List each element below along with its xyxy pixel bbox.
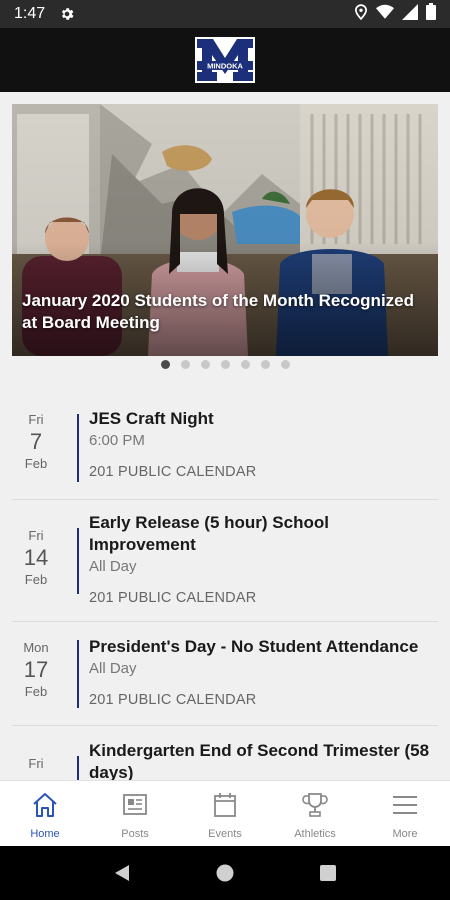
nav-events[interactable]: Events xyxy=(180,781,270,846)
event-info: President's Day - No Student Attendance … xyxy=(89,636,430,709)
posts-icon xyxy=(123,794,147,815)
event-title: JES Craft Night xyxy=(89,409,214,428)
event-info: Kindergarten End of Second Trimester (58… xyxy=(89,740,430,780)
carousel-dot[interactable] xyxy=(200,360,210,369)
event-weekday: Fri xyxy=(28,528,44,543)
event-calendar: 201 PUBLIC CALENDAR xyxy=(89,464,257,480)
nav-home-label: Home xyxy=(30,828,60,840)
nav-athletics-label: Athletics xyxy=(294,828,336,840)
carousel-dot[interactable] xyxy=(280,360,290,369)
carousel-caption[interactable]: January 2020 Students of the Month Recog… xyxy=(22,290,424,334)
event-day: 14 xyxy=(23,545,49,570)
event-calendar: 201 PUBLIC CALENDAR xyxy=(89,590,257,606)
settings-gear-icon xyxy=(59,6,75,22)
bottom-navigation: Home Posts Events Athletics More xyxy=(0,780,450,846)
event-weekday: Fri xyxy=(28,756,44,771)
event-item[interactable]: Fri 14 Feb Early Release (5 hour) School… xyxy=(12,500,438,622)
event-info: JES Craft Night 6:00 PM 201 PUBLIC CALEN… xyxy=(89,408,430,481)
event-month: Feb xyxy=(24,684,48,699)
system-navigation-bar xyxy=(0,846,450,900)
event-day: 17 xyxy=(23,657,49,682)
event-info: Early Release (5 hour) School Improvemen… xyxy=(89,512,430,607)
event-day: 7 xyxy=(29,429,43,454)
event-title: Early Release (5 hour) School Improvemen… xyxy=(89,513,329,554)
event-date: Fri 14 Feb xyxy=(12,528,60,588)
menu-icon xyxy=(393,796,417,814)
event-title: Kindergarten End of Second Trimester (58… xyxy=(89,741,430,780)
event-divider xyxy=(77,528,79,594)
main-content[interactable]: January 2020 Students of the Month Recog… xyxy=(0,92,450,780)
carousel-dot[interactable] xyxy=(160,360,170,369)
signal-icon xyxy=(402,3,418,25)
status-time: 1:47 xyxy=(14,5,46,22)
event-date: Fri xyxy=(12,756,60,772)
event-time: All Day xyxy=(89,660,137,677)
event-calendar: 201 PUBLIC CALENDAR xyxy=(89,692,257,708)
battery-icon xyxy=(426,3,436,25)
event-title: President's Day - No Student Attendance xyxy=(89,637,419,656)
event-date: Mon 17 Feb xyxy=(12,640,60,700)
event-divider xyxy=(77,640,79,708)
location-icon xyxy=(354,3,368,25)
nav-more[interactable]: More xyxy=(360,781,450,846)
back-icon[interactable] xyxy=(113,864,131,882)
event-weekday: Mon xyxy=(23,640,49,655)
recents-icon[interactable] xyxy=(319,864,337,882)
home-circle-icon[interactable] xyxy=(216,864,234,882)
event-time: All Day xyxy=(89,558,137,575)
home-icon xyxy=(33,793,57,817)
carousel-dot[interactable] xyxy=(240,360,250,369)
wifi-icon xyxy=(376,4,394,25)
event-month: Feb xyxy=(24,456,48,471)
nav-events-label: Events xyxy=(208,828,242,840)
event-time: 6:00 PM xyxy=(89,432,145,449)
carousel-dot[interactable] xyxy=(220,360,230,369)
calendar-icon xyxy=(214,793,236,817)
trophy-icon xyxy=(302,793,328,817)
event-date: Fri 7 Feb xyxy=(12,412,60,472)
app-header: MINDOKA xyxy=(0,28,450,92)
svg-text:MINDOKA: MINDOKA xyxy=(207,62,243,71)
nav-posts-label: Posts xyxy=(121,828,149,840)
event-divider xyxy=(77,414,79,482)
event-item[interactable]: Fri 7 Feb JES Craft Night 6:00 PM 201 PU… xyxy=(12,398,438,500)
news-carousel[interactable]: January 2020 Students of the Month Recog… xyxy=(12,104,438,356)
nav-more-label: More xyxy=(392,828,418,840)
carousel-pagination xyxy=(0,360,450,372)
school-logo[interactable]: MINDOKA xyxy=(194,36,256,84)
carousel-dot[interactable] xyxy=(180,360,190,369)
nav-posts[interactable]: Posts xyxy=(90,781,180,846)
event-item[interactable]: Mon 17 Feb President's Day - No Student … xyxy=(12,622,438,726)
events-list: Fri 7 Feb JES Craft Night 6:00 PM 201 PU… xyxy=(12,398,438,780)
nav-home[interactable]: Home xyxy=(0,781,90,846)
carousel-dot[interactable] xyxy=(260,360,270,369)
event-month: Feb xyxy=(24,572,48,587)
status-bar: 1:47 xyxy=(0,0,450,28)
event-divider xyxy=(77,756,79,780)
event-weekday: Fri xyxy=(28,412,44,427)
event-item[interactable]: Fri Kindergarten End of Second Trimester… xyxy=(12,726,438,780)
nav-athletics[interactable]: Athletics xyxy=(270,781,360,846)
